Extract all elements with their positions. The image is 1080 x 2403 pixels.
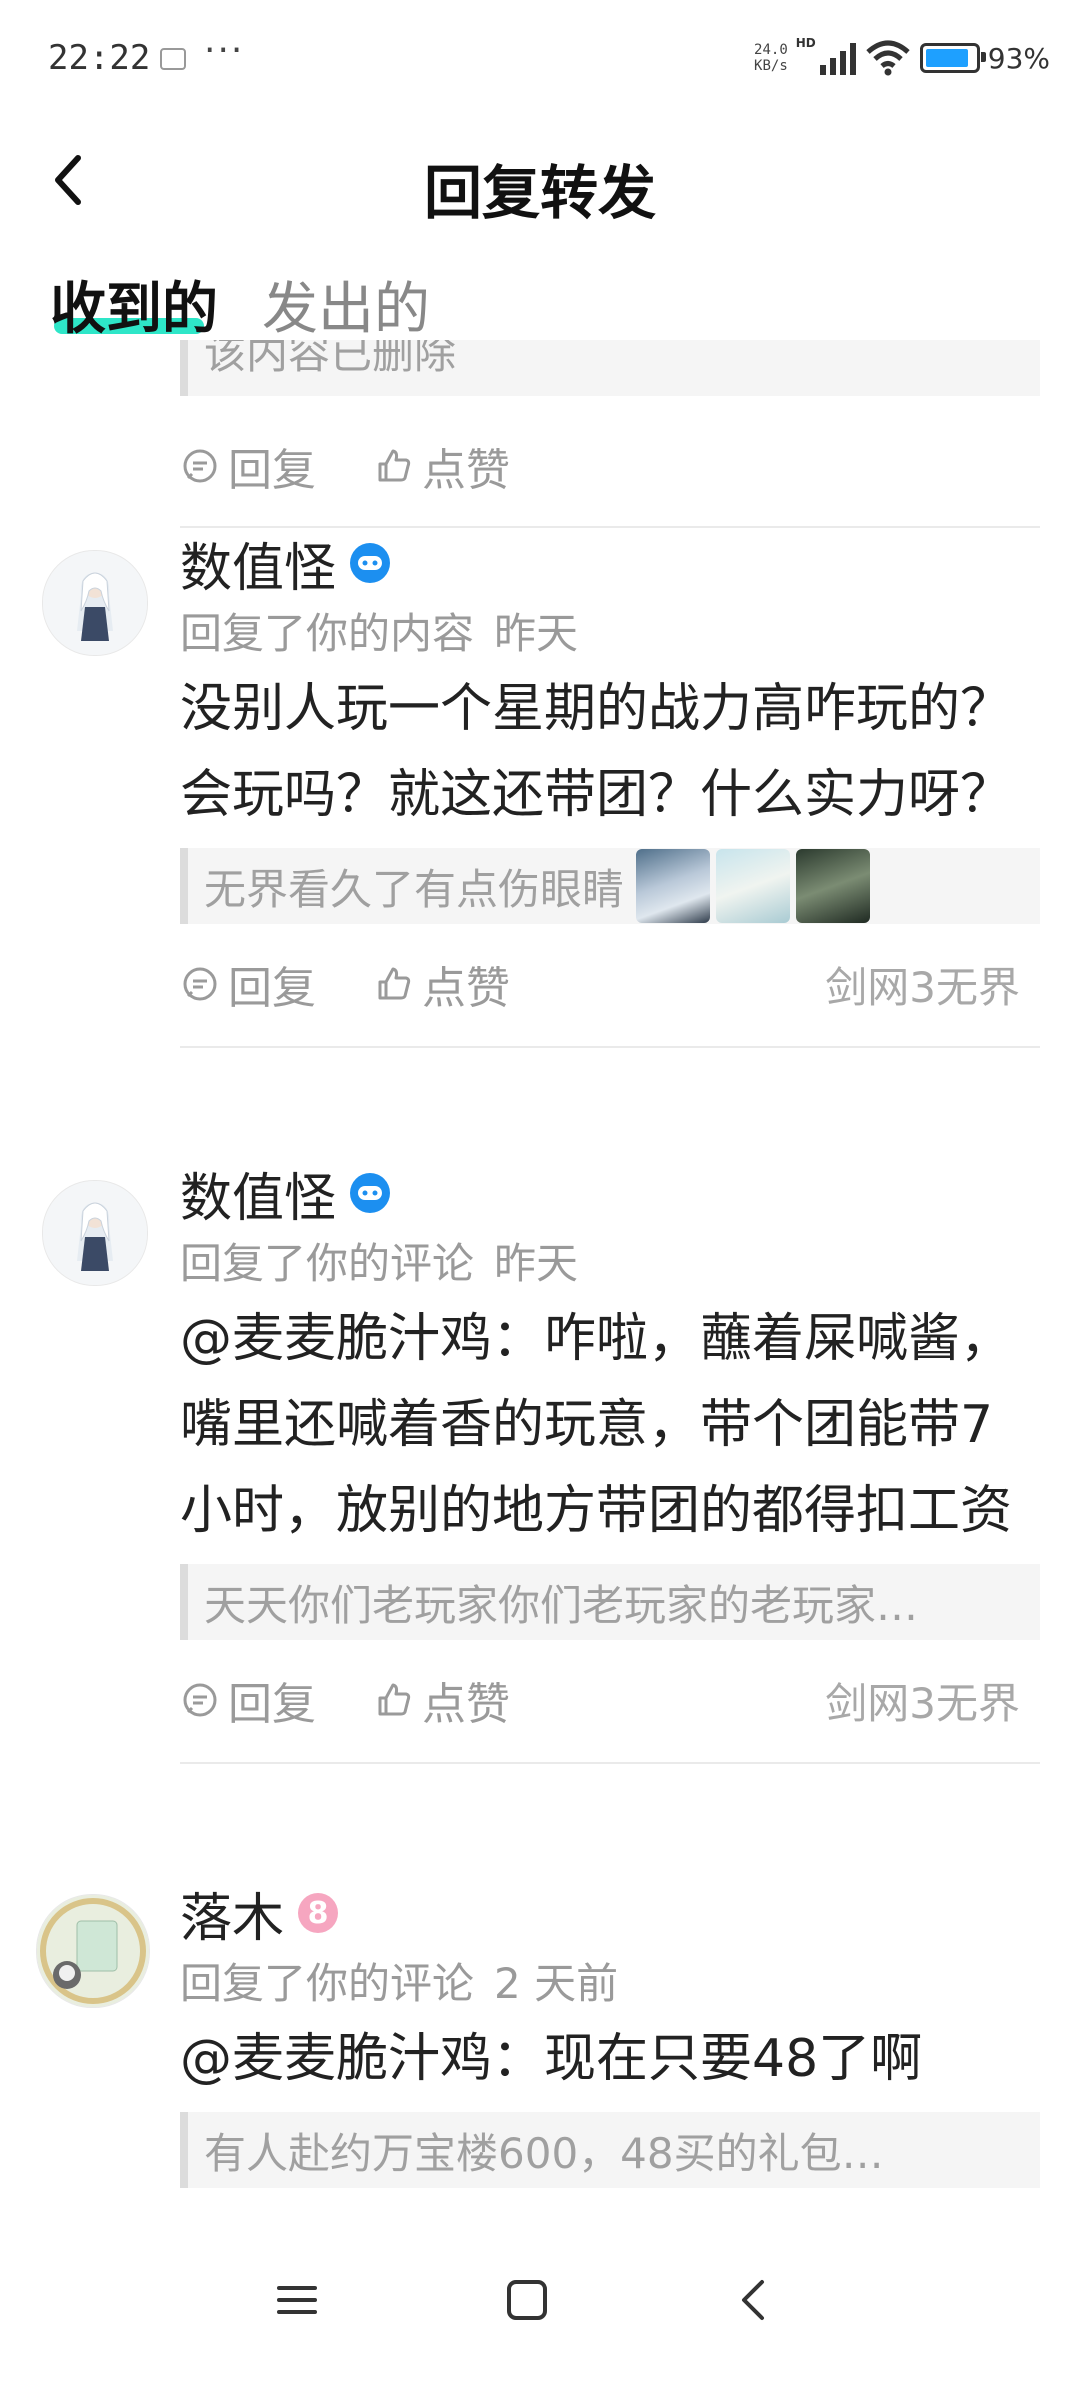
comment-icon — [183, 1683, 217, 1717]
tab-sent[interactable]: 发出的 — [262, 264, 430, 345]
menu-nav-button[interactable] — [257, 2260, 337, 2340]
like-button[interactable]: 点赞 — [374, 434, 510, 498]
quoted-content[interactable]: 无界看久了有点伤眼睛 — [180, 848, 1040, 924]
quoted-image — [796, 849, 871, 923]
reply-body: @麦麦脆汁鸡：现在只要48了啊 — [180, 2029, 923, 2089]
thumbs-up-icon — [378, 967, 411, 1000]
item-actions: 回复 点赞 — [180, 416, 1040, 516]
quoted-image — [636, 849, 711, 923]
reply-time: 2 天前 — [494, 1959, 619, 2008]
comment-icon — [183, 449, 217, 483]
wifi-icon — [866, 40, 910, 76]
reply-meta: 回复了你的内容 昨天 — [180, 600, 1040, 658]
home-nav-button[interactable] — [487, 2260, 567, 2340]
game-controller-badge-icon — [350, 1173, 391, 1213]
status-bar: 22:22 ··· 24.0 KB/s HD 93% — [0, 0, 1080, 120]
username[interactable]: 落木 — [180, 1876, 284, 1951]
divider — [180, 1046, 1040, 1048]
quoted-text: 该内容已删除 — [204, 340, 457, 378]
status-right: 24.0 KB/s HD 93% — [754, 36, 1050, 80]
quoted-image — [716, 849, 791, 923]
avatar-image — [43, 1181, 147, 1285]
notification-icon — [160, 48, 186, 70]
divider — [180, 1762, 1040, 1764]
more-notifications-icon: ··· — [204, 30, 245, 71]
reply-button[interactable]: 回复 — [180, 952, 316, 1016]
back-triangle-icon — [742, 2280, 764, 2320]
user-row: 数值怪 — [180, 1160, 1040, 1229]
hd-label: HD — [795, 36, 816, 50]
page-title: 回复转发 — [423, 159, 656, 227]
reply-button[interactable]: 回复 — [180, 434, 316, 498]
like-button[interactable]: 点赞 — [374, 952, 510, 1016]
user-row: 数值怪 — [180, 530, 1040, 599]
comment-icon — [183, 967, 217, 1001]
network-speed: 24.0 KB/s — [754, 42, 788, 74]
battery-percent: 93% — [987, 41, 1050, 75]
quoted-content[interactable]: 天天你们老玩家你们老玩家的老玩家… — [180, 1564, 1040, 1640]
avatar[interactable] — [42, 550, 148, 656]
forum-tag[interactable]: 剑网3无界 — [825, 1670, 1020, 1731]
quoted-content[interactable]: 该内容已删除 — [180, 340, 1040, 396]
thumbs-up-icon — [378, 1683, 411, 1716]
back-nav-button[interactable] — [714, 2260, 794, 2340]
reply-body: @麦麦脆汁鸡：咋啦，蘸着屎喊酱，嘴里还喊着香的玩意，带个团能带7小时，放别的地方… — [180, 1309, 1013, 1541]
forum-tag[interactable]: 剑网3无界 — [825, 954, 1020, 1015]
reply-feed: 该内容已删除 回复 点赞 数值怪 回复了你的内容 昨天 没别人玩一个星期的战力高… — [0, 340, 1080, 2200]
game-controller-badge-icon — [350, 543, 391, 583]
status-time: 22:22 — [48, 38, 151, 78]
quoted-images — [636, 849, 871, 923]
reply-meta: 回复了你的评论 2 天前 — [180, 1950, 1040, 2008]
battery-icon — [919, 43, 986, 73]
reply-body: 没别人玩一个星期的战力高咋玩的？会玩吗？就这还带团？什么实力呀？ — [180, 679, 1013, 825]
level-badge: 8 — [298, 1893, 339, 1933]
like-label: 点赞 — [422, 963, 510, 1014]
reply-label: 回复 — [228, 445, 316, 496]
quoted-text: 无界看久了有点伤眼睛 — [204, 864, 625, 914]
reply-label: 回复 — [228, 1679, 316, 1730]
reply-time: 昨天 — [494, 1239, 579, 1288]
reply-action: 回复了你的评论 — [180, 1239, 475, 1288]
header: 回复转发 — [0, 120, 1080, 240]
avatar[interactable] — [36, 1894, 150, 2008]
thumbs-up-icon — [378, 449, 411, 482]
item-actions: 回复 点赞 剑网3无界 — [180, 934, 1040, 1034]
avatar-image — [37, 1895, 149, 2007]
quoted-text: 天天你们老玩家你们老玩家的老玩家… — [204, 1580, 919, 1630]
reply-action: 回复了你的评论 — [180, 1959, 475, 2008]
reply-time: 昨天 — [494, 609, 579, 658]
like-label: 点赞 — [422, 1679, 510, 1730]
quoted-content[interactable]: 有人赴约万宝楼600，48买的礼包满级… — [180, 2112, 1040, 2188]
avatar[interactable] — [42, 1180, 148, 1286]
menu-icon — [277, 2286, 317, 2314]
item-actions: 回复 点赞 剑网3无界 — [180, 1650, 1040, 1750]
tab-received[interactable]: 收到的 — [50, 264, 218, 345]
reply-button[interactable]: 回复 — [180, 1668, 316, 1732]
like-label: 点赞 — [422, 445, 510, 496]
user-row: 落木 8 — [180, 1880, 1040, 1949]
like-button[interactable]: 点赞 — [374, 1668, 510, 1732]
username[interactable]: 数值怪 — [180, 526, 336, 601]
network-speed-value: 24.0 — [754, 42, 788, 58]
cellular-signal-icon — [819, 41, 856, 75]
reply-meta: 回复了你的评论 昨天 — [180, 1230, 1040, 1288]
username[interactable]: 数值怪 — [180, 1156, 336, 1231]
reply-label: 回复 — [228, 963, 316, 1014]
network-speed-unit: KB/s — [754, 58, 788, 74]
system-nav-bar — [0, 2210, 1080, 2403]
home-square-icon — [507, 2280, 547, 2320]
quoted-text: 有人赴约万宝楼600，48买的礼包满级… — [204, 2128, 924, 2178]
avatar-image — [43, 551, 147, 655]
reply-action: 回复了你的内容 — [180, 609, 475, 658]
